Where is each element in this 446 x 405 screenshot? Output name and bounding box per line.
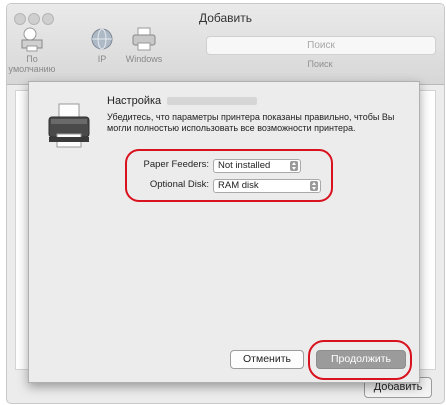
toolbar-windows-button[interactable]: Windows (119, 26, 169, 64)
setup-sheet: Настройка Убедитесь, что параметры принт… (28, 81, 420, 383)
toolbar-windows-label: Windows (125, 54, 163, 64)
window-title: Добавить (198, 11, 253, 25)
windows-printer-icon (132, 27, 156, 51)
continue-highlight-oval (308, 340, 412, 380)
search-label: Поиск (307, 59, 333, 69)
toolbar-default-button[interactable]: По умолчанию (7, 26, 57, 74)
search-placeholder: Поиск (307, 40, 335, 51)
globe-icon (91, 28, 113, 50)
sheet-heading-text: Настройка (107, 95, 162, 107)
redacted-address (167, 97, 258, 106)
cancel-button[interactable]: Отменить (230, 350, 304, 369)
toolbar-default-label: По умолчанию (8, 54, 56, 74)
titlebar: Добавить По умолчанию IP Windows Поиск П… (7, 4, 444, 85)
options-highlight-oval (125, 149, 333, 202)
toolbar-ip-label: IP (97, 54, 107, 64)
printer-icon (48, 103, 90, 148)
sheet-description: Убедитесь, что параметры принтера показа… (107, 112, 395, 133)
sheet-heading: Настройка (107, 95, 258, 107)
default-printer-icon (21, 27, 43, 52)
search-input[interactable]: Поиск (206, 36, 436, 55)
